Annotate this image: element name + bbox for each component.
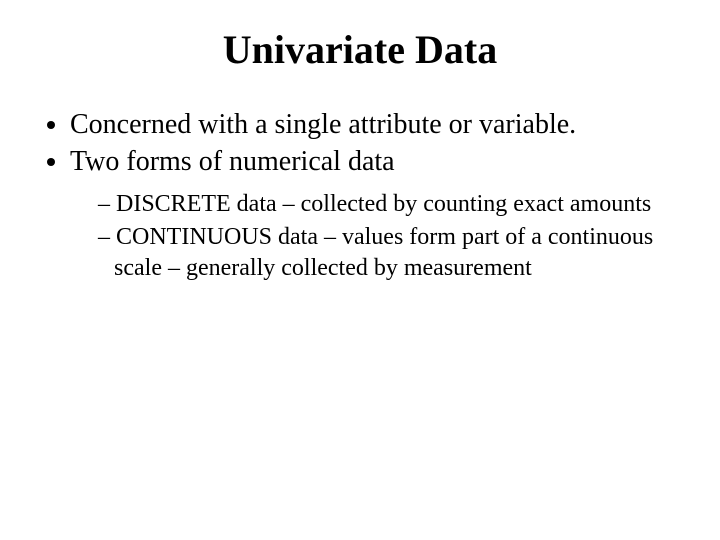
slide-title: Univariate Data: [30, 26, 690, 73]
sub-bullet-item: DISCRETE data – collected by counting ex…: [98, 189, 690, 220]
bullet-list: Concerned with a single attribute or var…: [30, 107, 690, 285]
bullet-item: Concerned with a single attribute or var…: [70, 107, 690, 142]
bullet-item: Two forms of numerical data DISCRETE dat…: [70, 144, 690, 285]
bullet-text: Two forms of numerical data: [70, 146, 395, 177]
sub-bullet-item: CONTINUOUS data – values form part of a …: [98, 222, 690, 284]
sub-bullet-list: DISCRETE data – collected by counting ex…: [70, 189, 690, 285]
slide: Univariate Data Concerned with a single …: [0, 0, 720, 540]
